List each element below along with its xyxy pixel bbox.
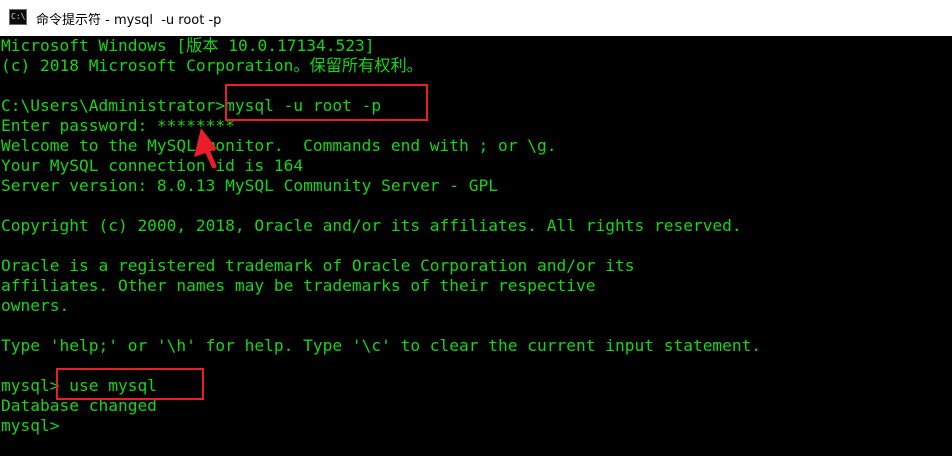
terminal-line-blank	[1, 196, 761, 216]
terminal-line-trademark-1: Oracle is a registered trademark of Orac…	[1, 256, 635, 275]
cmd-icon: C:\	[9, 9, 27, 25]
terminal-line-copyright-ms: (c) 2018 Microsoft Corporation。保留所有权利。	[1, 56, 423, 75]
terminal-line-connection-id: Your MySQL connection id is 164	[1, 156, 304, 175]
terminal-line-help-hint: Type 'help;' or '\h' for help. Type '\c'…	[1, 336, 762, 355]
terminal-line-blank	[1, 236, 761, 256]
terminal-line-server-version: Server version: 8.0.13 MySQL Community S…	[1, 176, 499, 195]
window-title: 命令提示符 - mysql -u root -p	[36, 13, 222, 28]
cmd-window: C:\ 命令提示符 - mysql -u root -p Microsoft W…	[0, 0, 952, 456]
terminal-line-blank	[1, 316, 761, 336]
login-command-highlight-box	[225, 84, 428, 121]
terminal-line-trademark-3: owners.	[1, 296, 70, 315]
terminal-line-prompt: mysql>	[1, 416, 60, 435]
use-command-highlight-box	[56, 368, 204, 400]
terminal-line-version: Microsoft Windows [版本 10.0.17134.523]	[1, 36, 375, 55]
terminal-line-copyright-oracle: Copyright (c) 2000, 2018, Oracle and/or …	[1, 216, 742, 235]
title-bar[interactable]: C:\ 命令提示符 - mysql -u root -p	[0, 0, 952, 36]
terminal-line-trademark-2: affiliates. Other names may be trademark…	[1, 276, 596, 295]
terminal-line-welcome: Welcome to the MySQL monitor. Commands e…	[1, 136, 557, 155]
